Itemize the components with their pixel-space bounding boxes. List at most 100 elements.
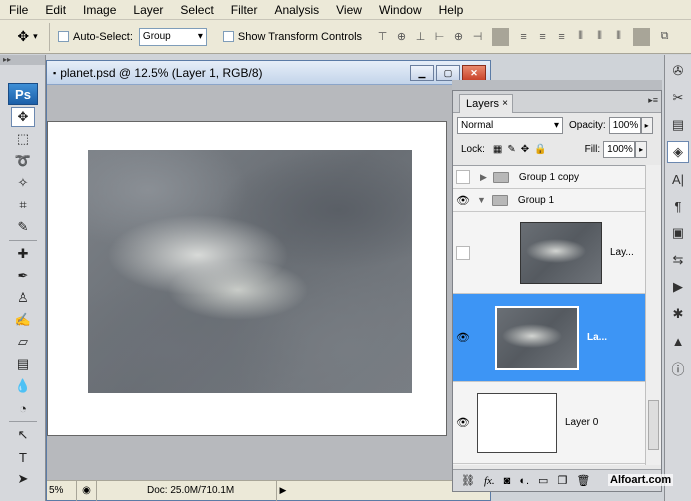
menu-analysis[interactable]: Analysis	[265, 0, 327, 20]
auto-select-dropdown[interactable]: Group	[138, 27, 207, 46]
expand-arrow-icon[interactable]: ▶	[480, 172, 487, 183]
menu-view[interactable]: View	[327, 0, 370, 20]
slice-tool-icon[interactable]: ✎	[11, 217, 35, 237]
show-transform-option[interactable]: Show Transform Controls	[222, 31, 362, 43]
adjustment-icon[interactable]: ◐.	[519, 475, 529, 487]
marquee-tool-icon[interactable]: ⬚	[11, 129, 35, 149]
eye-icon[interactable]: 👁	[453, 382, 473, 463]
auto-select-option[interactable]: Auto-Select: Group	[58, 27, 207, 46]
gradient-tool-icon[interactable]: ▤	[11, 354, 35, 374]
crop-tool-icon[interactable]: ⌗	[11, 195, 35, 215]
fill-arrow-icon[interactable]: ▸	[635, 140, 648, 158]
visibility-toggle[interactable]	[456, 170, 470, 184]
navigator-icon[interactable]: ✇	[667, 60, 689, 82]
panel-menu-icon[interactable]: ▸≡	[648, 95, 658, 106]
collapse-arrow-icon[interactable]: ▼	[477, 195, 486, 205]
panel-grip[interactable]	[452, 80, 662, 90]
trash-icon[interactable]: 🗑	[576, 474, 590, 487]
canvas-area[interactable]	[47, 85, 490, 472]
opacity-input[interactable]: 100%	[608, 116, 641, 134]
zoom-level[interactable]: 5%	[47, 480, 77, 501]
auto-align-icon[interactable]: ⧉	[656, 28, 673, 46]
info-circle-icon[interactable]: ⓘ	[667, 357, 689, 379]
histogram-icon[interactable]: ▲	[667, 330, 689, 352]
info-icon[interactable]: ▣	[667, 222, 689, 244]
status-info-icon[interactable]: ◉	[77, 480, 97, 501]
tools-icon[interactable]: ✂	[667, 87, 689, 109]
dodge-tool-icon[interactable]: ◔	[11, 398, 35, 418]
layers-icon[interactable]: ◈	[667, 141, 689, 163]
maximize-icon[interactable]: ▢	[436, 65, 460, 81]
menu-window[interactable]: Window	[370, 0, 430, 20]
tab-close-icon[interactable]: ×	[502, 95, 508, 113]
align-top-icon[interactable]: ⊤	[374, 28, 391, 46]
layer-row[interactable]: Lay...	[453, 212, 645, 294]
layer-row[interactable]: ▶ Group 1 copy	[453, 166, 645, 189]
eye-icon[interactable]: 👁	[453, 189, 473, 211]
layer-row[interactable]: 👁 ▼ Group 1	[453, 189, 645, 212]
distribute-left-icon[interactable]: ⦀	[572, 28, 589, 46]
eye-icon[interactable]: 👁	[453, 294, 473, 381]
layer-row-selected[interactable]: 👁 La...	[453, 294, 645, 382]
menu-layer[interactable]: Layer	[124, 0, 171, 20]
actions-icon[interactable]: ▶	[667, 276, 689, 298]
toolbox-grip[interactable]: ▸▸	[0, 55, 45, 65]
eraser-tool-icon[interactable]: ▱	[11, 332, 35, 352]
align-bottom-icon[interactable]: ⊥	[412, 28, 429, 46]
paragraph-icon[interactable]: ¶	[667, 195, 689, 217]
tab-layers[interactable]: Layers ×	[459, 94, 513, 113]
blend-mode-select[interactable]: Normal	[457, 116, 563, 134]
menu-edit[interactable]: Edit	[36, 0, 74, 20]
link-icon[interactable]: ⛓	[461, 474, 475, 487]
lock-transparency-icon[interactable]: ▦	[493, 144, 502, 155]
lock-position-icon[interactable]: ✥	[521, 144, 529, 155]
path-selection-icon[interactable]: ↖	[11, 425, 35, 445]
status-menu-arrow-icon[interactable]: ▶	[277, 485, 289, 496]
menu-help[interactable]: Help	[430, 0, 472, 20]
move-tool-icon[interactable]: ✥	[11, 107, 35, 127]
menu-select[interactable]: Select	[171, 0, 221, 20]
mask-icon[interactable]: ◙	[504, 475, 511, 487]
lasso-tool-icon[interactable]: ➰	[11, 151, 35, 171]
distribute-right-icon[interactable]: ⦀	[610, 28, 627, 46]
distribute-vcenter-icon[interactable]: ≡	[534, 28, 551, 46]
align-left-icon[interactable]: ⊢	[431, 28, 448, 46]
align-vcenter-icon[interactable]: ⊕	[393, 28, 410, 46]
history-brush-icon[interactable]: ✍	[11, 310, 35, 330]
layers-scrollbar[interactable]	[645, 165, 661, 465]
new-layer-icon[interactable]: ❐	[557, 474, 567, 487]
lock-pixels-icon[interactable]: ✎	[507, 144, 515, 155]
visibility-toggle[interactable]	[456, 245, 470, 260]
distribute-top-icon[interactable]: ≡	[515, 28, 532, 46]
clone-source-icon[interactable]: ⇆	[667, 249, 689, 271]
blur-tool-icon[interactable]: 💧	[11, 376, 35, 396]
brush-tool-icon[interactable]: ✒	[11, 266, 35, 286]
scroll-thumb[interactable]	[648, 400, 659, 450]
menu-image[interactable]: Image	[74, 0, 124, 20]
menu-file[interactable]: File	[0, 0, 36, 20]
distribute-bottom-icon[interactable]: ≡	[553, 28, 570, 46]
canvas[interactable]	[47, 121, 447, 436]
character-icon[interactable]: A|	[667, 168, 689, 190]
fx-icon[interactable]: fx.	[484, 475, 495, 487]
opacity-arrow-icon[interactable]: ▸	[640, 116, 653, 134]
brushes-icon[interactable]: ✱	[667, 303, 689, 325]
align-right-icon[interactable]: ⊣	[469, 28, 486, 46]
magic-wand-icon[interactable]: ✧	[11, 173, 35, 193]
menu-filter[interactable]: Filter	[222, 0, 266, 20]
direct-selection-icon[interactable]: ➤	[11, 469, 35, 489]
type-tool-icon[interactable]: T	[11, 447, 35, 467]
align-hcenter-icon[interactable]: ⊕	[450, 28, 467, 46]
close-icon[interactable]: ✕	[462, 65, 486, 81]
minimize-icon[interactable]: ▁	[410, 65, 434, 81]
history-icon[interactable]: ▤	[667, 114, 689, 136]
healing-brush-icon[interactable]: ✚	[11, 244, 35, 264]
clone-stamp-icon[interactable]: ♙	[11, 288, 35, 308]
auto-select-checkbox[interactable]	[58, 31, 69, 42]
distribute-hcenter-icon[interactable]: ⦀	[591, 28, 608, 46]
folder-icon[interactable]: ▭	[538, 474, 548, 487]
layer-row[interactable]: 👁 Layer 0	[453, 382, 645, 464]
lock-all-icon[interactable]: 🔒	[534, 144, 546, 155]
fill-input[interactable]: 100%	[603, 140, 636, 158]
tool-preset-picker[interactable]: ✥ ▾	[6, 22, 50, 51]
